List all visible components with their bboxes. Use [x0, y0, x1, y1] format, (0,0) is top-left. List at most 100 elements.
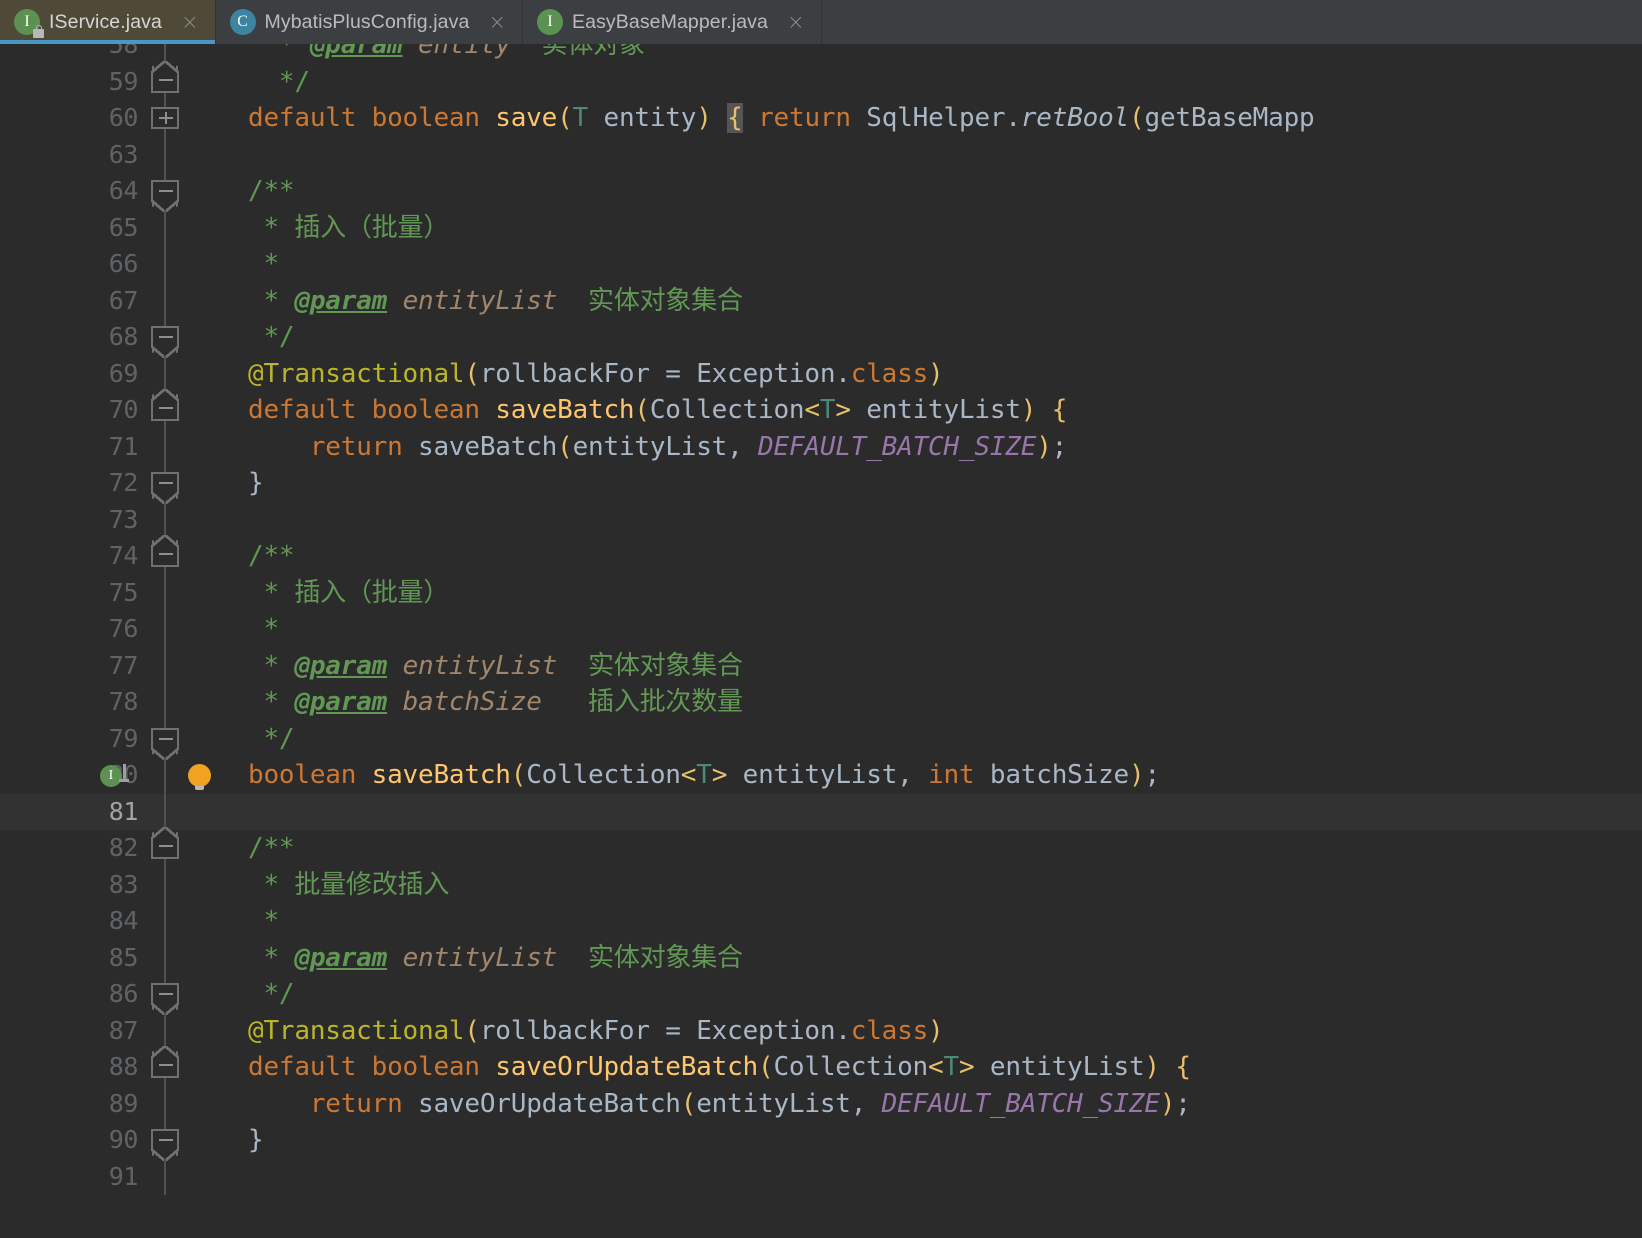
- code-line[interactable]: 60 default boolean save(T entity) { retur…: [0, 100, 1642, 137]
- code-line[interactable]: 79 */: [0, 720, 1642, 760]
- code-token: */: [248, 723, 295, 754]
- close-icon[interactable]: ×: [181, 11, 199, 33]
- code-token: (: [557, 103, 573, 133]
- code-line[interactable]: 81: [0, 793, 1642, 830]
- code-text: * @param batchSize 插入批次数量: [248, 684, 743, 721]
- code-token: (: [1129, 103, 1145, 133]
- editor-tab-3[interactable]: I EasyBaseMapper.java ×: [523, 0, 822, 44]
- editor-tab-2[interactable]: C MybatisPlusConfig.java ×: [216, 0, 524, 44]
- close-icon[interactable]: ×: [488, 11, 506, 33]
- code-token: (: [510, 760, 527, 790]
- code-line[interactable]: 86 */: [0, 976, 1642, 1015]
- fold-marker-bottom-minus[interactable]: [151, 180, 179, 212]
- code-token: T: [572, 103, 589, 133]
- code-text: *: [248, 903, 279, 940]
- code-line[interactable]: 70 default boolean saveBatch(Collection<T…: [0, 389, 1642, 429]
- code-token: @param: [294, 942, 388, 973]
- code-token: (: [634, 395, 650, 425]
- code-token: (: [464, 1015, 480, 1046]
- code-token: /**: [248, 833, 295, 863]
- code-line[interactable]: 77 * @param entityList 实体对象集合: [0, 647, 1642, 684]
- code-token: (: [680, 1088, 697, 1119]
- code-line[interactable]: 84 *: [0, 903, 1642, 940]
- code-line[interactable]: 82 /**: [0, 827, 1642, 867]
- code-line[interactable]: 64 /**: [0, 173, 1642, 212]
- code-token: {: [1175, 1052, 1191, 1082]
- code-line[interactable]: 87 @Transactional(rollbackFor = Exception…: [0, 1012, 1642, 1049]
- code-token: ;: [1051, 431, 1068, 462]
- line-number: 87: [108, 1015, 139, 1045]
- fold-marker-bottom-minus[interactable]: [151, 727, 179, 760]
- fold-marker-top-minus[interactable]: [151, 60, 179, 93]
- code-token: Exception.: [696, 358, 851, 389]
- editor-tab-bar: I IService.java × C MybatisPlusConfig.java × I…: [0, 0, 1642, 44]
- interface-icon: I: [537, 9, 564, 35]
- code-line[interactable]: 74 /**: [0, 535, 1642, 575]
- code-token: */: [248, 979, 295, 1009]
- line-number: 63: [108, 139, 139, 169]
- code-token: ): [928, 1015, 944, 1046]
- code-token: entityList: [387, 942, 558, 973]
- code-token: ): [928, 358, 944, 389]
- line-number: 83: [108, 869, 139, 899]
- code-token: Exception.: [696, 1015, 851, 1046]
- close-icon[interactable]: ×: [787, 11, 805, 33]
- code-token: 实体对象集合: [557, 285, 743, 316]
- fold-marker-plus[interactable]: [151, 107, 179, 129]
- fold-marker-top-minus[interactable]: [151, 1046, 179, 1078]
- fold-marker-top-minus[interactable]: [151, 827, 179, 859]
- code-line[interactable]: 58 * @param entity 实体对象: [0, 44, 1642, 64]
- fold-marker-top-minus[interactable]: [151, 389, 179, 421]
- code-token: @param: [294, 687, 388, 717]
- code-line[interactable]: 88 default boolean saveOrUpdateBatch(Coll…: [0, 1046, 1642, 1086]
- code-line[interactable]: 85 * @param entityList 实体对象集合: [0, 939, 1642, 976]
- code-text: *: [248, 246, 279, 283]
- code-text: boolean saveBatch(Collection<T> entityLi…: [248, 757, 1160, 794]
- fold-marker-bottom-minus[interactable]: [151, 326, 179, 358]
- code-token: @param: [294, 285, 388, 316]
- code-line[interactable]: 69 @Transactional(rollbackFor = Exception…: [0, 355, 1642, 393]
- code-line[interactable]: 59 */: [0, 60, 1642, 100]
- code-line[interactable]: 71 return saveBatch(entityList, DEFAULT_…: [0, 428, 1642, 465]
- editor-tab-label: MybatisPlusConfig.java: [264, 10, 470, 33]
- code-line[interactable]: 75 * 插入（批量）: [0, 574, 1642, 611]
- code-line[interactable]: 76 *: [0, 611, 1642, 648]
- code-token: entityList: [387, 285, 558, 316]
- code-token: @param: [294, 650, 388, 681]
- code-line[interactable]: 89 return saveOrUpdateBatch(entityList, …: [0, 1085, 1642, 1122]
- implemented-arrow-icon[interactable]: [118, 764, 130, 788]
- code-line[interactable]: 90}: [0, 1122, 1642, 1161]
- code-token: ): [1020, 395, 1037, 425]
- code-line[interactable]: 66 *: [0, 246, 1642, 283]
- code-line[interactable]: 91: [0, 1158, 1642, 1195]
- line-number: 64: [108, 176, 139, 205]
- fold-marker-bottom-minus[interactable]: [151, 1129, 179, 1161]
- code-line[interactable]: 63: [0, 136, 1642, 173]
- code-text: /**: [248, 173, 295, 210]
- code-editor[interactable]: 58 * @param entity 实体对象 59 */60 default bo…: [0, 44, 1642, 1238]
- code-text: @Transactional(rollbackFor = Exception.c…: [248, 356, 944, 393]
- code-line[interactable]: 68 */: [0, 319, 1642, 358]
- code-token: T: [943, 1052, 959, 1082]
- code-token: >: [958, 1052, 975, 1082]
- fold-marker-top-minus[interactable]: [151, 535, 179, 567]
- editor-tab-1[interactable]: I IService.java ×: [0, 0, 216, 44]
- code-token: entityList: [850, 395, 1021, 425]
- code-line[interactable]: 80 Iboolean saveBatch(Collection<T> entit…: [0, 757, 1642, 794]
- code-line[interactable]: 67 * @param entityList 实体对象集合: [0, 282, 1642, 319]
- code-text: /**: [248, 830, 295, 867]
- code-line[interactable]: 73: [0, 501, 1642, 538]
- code-token: <: [804, 395, 820, 425]
- code-line[interactable]: 78 * @param batchSize 插入批次数量: [0, 684, 1642, 721]
- code-line[interactable]: 83 * 批量修改插入: [0, 866, 1642, 903]
- fold-marker-bottom-minus[interactable]: [151, 472, 179, 504]
- code-line[interactable]: 65 * 插入（批量）: [0, 209, 1642, 246]
- line-number: 78: [108, 687, 139, 716]
- line-number: 85: [108, 942, 139, 972]
- intention-lightbulb-icon[interactable]: [188, 764, 211, 790]
- code-token: * 批量修改插入: [248, 869, 450, 900]
- fold-marker-bottom-minus[interactable]: [151, 983, 179, 1015]
- code-line[interactable]: 72}: [0, 465, 1642, 504]
